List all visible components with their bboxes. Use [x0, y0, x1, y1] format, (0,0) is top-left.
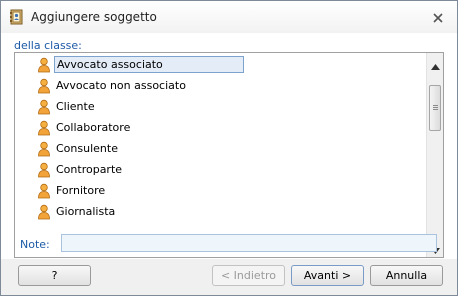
button-bar: ? < Indietro Avanti > Annulla — [1, 259, 457, 295]
list-item[interactable]: Fornitore — [35, 182, 425, 200]
cancel-button[interactable]: Annulla — [370, 265, 443, 286]
list-item[interactable]: Avvocato non associato — [35, 77, 425, 95]
list-item-label: Avvocato non associato — [56, 79, 186, 92]
list-item-label: Controparte — [56, 163, 123, 176]
address-book-icon — [9, 9, 25, 25]
list-item-label: Giornalista — [56, 205, 116, 218]
scroll-up-arrow-icon[interactable] — [431, 60, 440, 70]
list-item-label: Avvocato associato — [54, 56, 244, 73]
list-item-label: Collaboratore — [56, 121, 131, 134]
close-icon[interactable] — [431, 11, 445, 25]
person-icon — [37, 57, 51, 73]
list-item[interactable]: Avvocato associato — [35, 56, 425, 74]
list-item[interactable]: Cliente — [35, 98, 425, 116]
note-input[interactable] — [61, 234, 437, 252]
person-icon — [37, 183, 51, 199]
person-icon — [37, 141, 51, 157]
next-button[interactable]: Avanti > — [291, 265, 364, 286]
class-label: della classe: — [14, 39, 82, 52]
list-item[interactable]: Giornalista — [35, 203, 425, 221]
person-icon — [37, 78, 51, 94]
person-icon — [37, 120, 51, 136]
help-button[interactable]: ? — [18, 265, 91, 286]
note-label: Note: — [20, 238, 50, 251]
person-icon — [37, 99, 51, 115]
list-item[interactable]: Controparte — [35, 161, 425, 179]
list-item-label: Consulente — [56, 142, 118, 155]
person-icon — [37, 204, 51, 220]
class-list[interactable]: Avvocato associato Avvocato non associato… — [14, 52, 444, 258]
scroll-thumb[interactable] — [429, 85, 441, 131]
back-button[interactable]: < Indietro — [212, 265, 285, 286]
vertical-scrollbar[interactable] — [426, 53, 443, 257]
list-item-label: Fornitore — [56, 184, 106, 197]
dialog-window: Aggiungere soggetto della classe: Avvoca… — [0, 0, 458, 296]
list-item[interactable]: Consulente — [35, 140, 425, 158]
dialog-body: della classe: Avvocato associato Avvocato… — [7, 33, 451, 258]
title-bar: Aggiungere soggetto — [1, 1, 457, 33]
list-item-label: Cliente — [56, 100, 95, 113]
list-item[interactable]: Collaboratore — [35, 119, 425, 137]
person-icon — [37, 162, 51, 178]
window-title: Aggiungere soggetto — [31, 10, 157, 24]
